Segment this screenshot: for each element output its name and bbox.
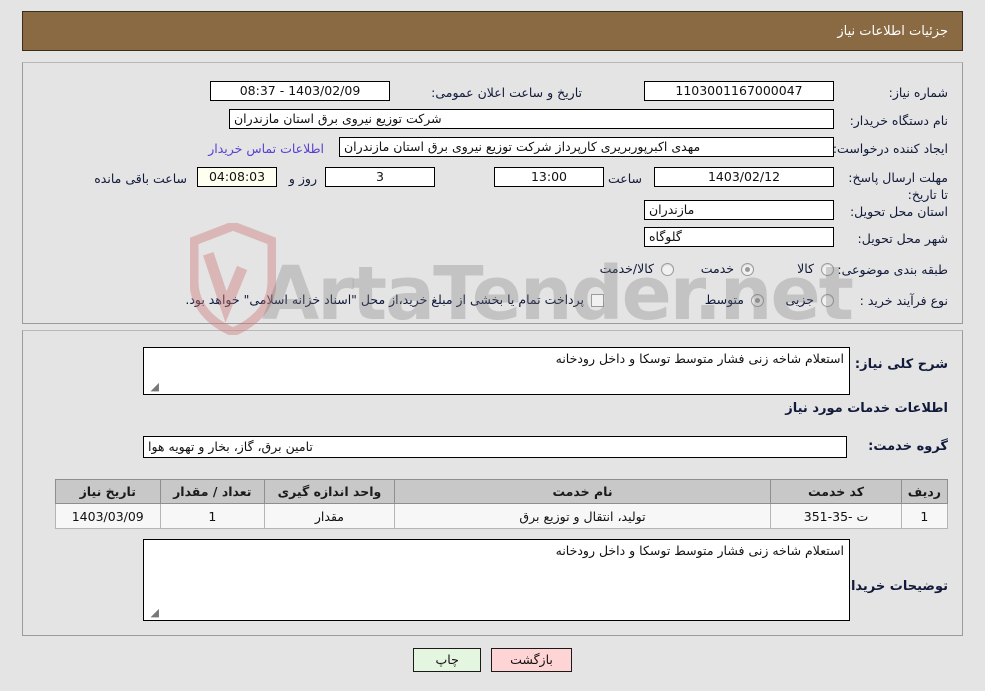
radio-category-kala[interactable] <box>821 263 834 276</box>
th-code: کد خدمت <box>770 479 902 504</box>
province-value: مازندران <box>644 200 834 220</box>
radio-category-kala-label: کالا <box>797 261 814 276</box>
buyer-org-label: نام دستگاه خریدار: <box>849 113 948 128</box>
cell-date: 1403/03/09 <box>55 503 161 529</box>
action-buttons: بازگشت چاپ <box>0 648 985 672</box>
category-label: طبقه بندی موضوعی: <box>837 262 948 277</box>
need-number-label: شماره نیاز: <box>888 85 948 100</box>
need-info-panel: شماره نیاز: 1103001167000047 تاریخ و ساع… <box>22 62 963 324</box>
radio-category-kala-khedmat-label: کالا/خدمت <box>599 261 654 276</box>
cell-unit: مقدار <box>264 503 395 529</box>
buyer-notes-label: توضیحات خریدار: <box>838 579 948 594</box>
deadline-label: مهلت ارسال پاسخ: تا تاریخ: <box>848 170 948 202</box>
radio-process-jozei-label: جزیی <box>785 292 814 307</box>
page-header-bar: جزئیات اطلاعات نیاز <box>22 11 963 51</box>
days-unit-label: روز و <box>288 171 317 186</box>
remaining-hours-label: ساعت باقی مانده <box>94 171 187 186</box>
table-header-row: ردیف کد خدمت نام خدمت واحد اندازه گیری ت… <box>55 479 949 504</box>
countdown-value: 04:08:03 <box>197 167 277 187</box>
city-label: شهر محل تحویل: <box>857 231 948 246</box>
buyer-org-value: شرکت توزیع نیروی برق استان مازندران <box>229 109 834 129</box>
back-button[interactable]: بازگشت <box>491 648 572 672</box>
service-group-value: تامین برق، گاز، بخار و تهویه هوا <box>143 436 847 458</box>
public-announce-value: 1403/02/09 - 08:37 <box>210 81 390 101</box>
cell-code: ت -35-351 <box>770 503 902 529</box>
treasury-documents-checkbox[interactable] <box>591 294 604 307</box>
hour-label: ساعت <box>607 171 642 186</box>
days-remaining-value: 3 <box>325 167 435 187</box>
creator-value: مهدی اکبرپوربریری کارپرداز شرکت توزیع نی… <box>339 137 834 157</box>
cell-radif: 1 <box>900 503 949 529</box>
services-section-title: اطلاعات خدمات مورد نیاز <box>785 401 948 416</box>
general-desc-label: شرح کلی نیاز: <box>854 357 948 372</box>
th-radif: ردیف <box>900 479 949 504</box>
th-qty: تعداد / مقدار <box>159 479 266 504</box>
print-button[interactable]: چاپ <box>413 648 482 672</box>
hour-value: 13:00 <box>494 167 604 187</box>
th-unit: واحد اندازه گیری <box>264 479 395 504</box>
radio-category-khedmat-label: خدمت <box>700 261 734 276</box>
buyer-notes-value: استعلام شاخه زنی فشار متوسط توسکا و داخل… <box>555 543 844 558</box>
radio-category-khedmat[interactable] <box>741 263 754 276</box>
general-desc-textarea[interactable]: استعلام شاخه زنی فشار متوسط توسکا و داخل… <box>143 347 850 395</box>
buyer-contact-link[interactable]: اطلاعات تماس خریدار <box>208 141 324 156</box>
process-label: نوع فرآیند خرید : <box>859 293 948 308</box>
services-table: ردیف کد خدمت نام خدمت واحد اندازه گیری ت… <box>55 479 949 529</box>
buyer-notes-textarea[interactable]: استعلام شاخه زنی فشار متوسط توسکا و داخل… <box>143 539 850 621</box>
radio-process-motavaset[interactable] <box>751 294 764 307</box>
th-date: تاریخ نیاز <box>55 479 161 504</box>
th-name: نام خدمت <box>393 479 772 504</box>
radio-process-jozei[interactable] <box>821 294 834 307</box>
city-value: گلوگاه <box>644 227 834 247</box>
page-root: جزئیات اطلاعات نیاز ArtaTender.net شماره… <box>0 0 985 691</box>
need-number-value: 1103001167000047 <box>644 81 834 101</box>
cell-qty: 1 <box>159 503 266 529</box>
general-desc-value: استعلام شاخه زنی فشار متوسط توسکا و داخل… <box>555 351 844 366</box>
resize-grip-icon[interactable]: ◢ <box>147 381 159 393</box>
resize-grip-icon-2[interactable]: ◢ <box>147 607 159 619</box>
table-row: 1 ت -35-351 تولید، انتقال و توزیع برق مق… <box>55 503 949 529</box>
deadline-date-value: 1403/02/12 <box>654 167 834 187</box>
radio-process-motavaset-label: متوسط <box>704 292 744 307</box>
cell-name: تولید، انتقال و توزیع برق <box>393 503 772 529</box>
creator-label: ایجاد کننده درخواست: <box>832 141 948 156</box>
province-label: استان محل تحویل: <box>849 204 948 219</box>
page-title: جزئیات اطلاعات نیاز <box>837 23 948 39</box>
service-group-label: گروه خدمت: <box>868 439 948 454</box>
need-details-panel: شرح کلی نیاز: استعلام شاخه زنی فشار متوس… <box>22 330 963 636</box>
radio-category-kala-khedmat[interactable] <box>661 263 674 276</box>
public-announce-label: تاریخ و ساعت اعلان عمومی: <box>431 85 582 100</box>
treasury-documents-label: پرداخت تمام یا بخشی از مبلغ خرید،از محل … <box>185 292 584 307</box>
